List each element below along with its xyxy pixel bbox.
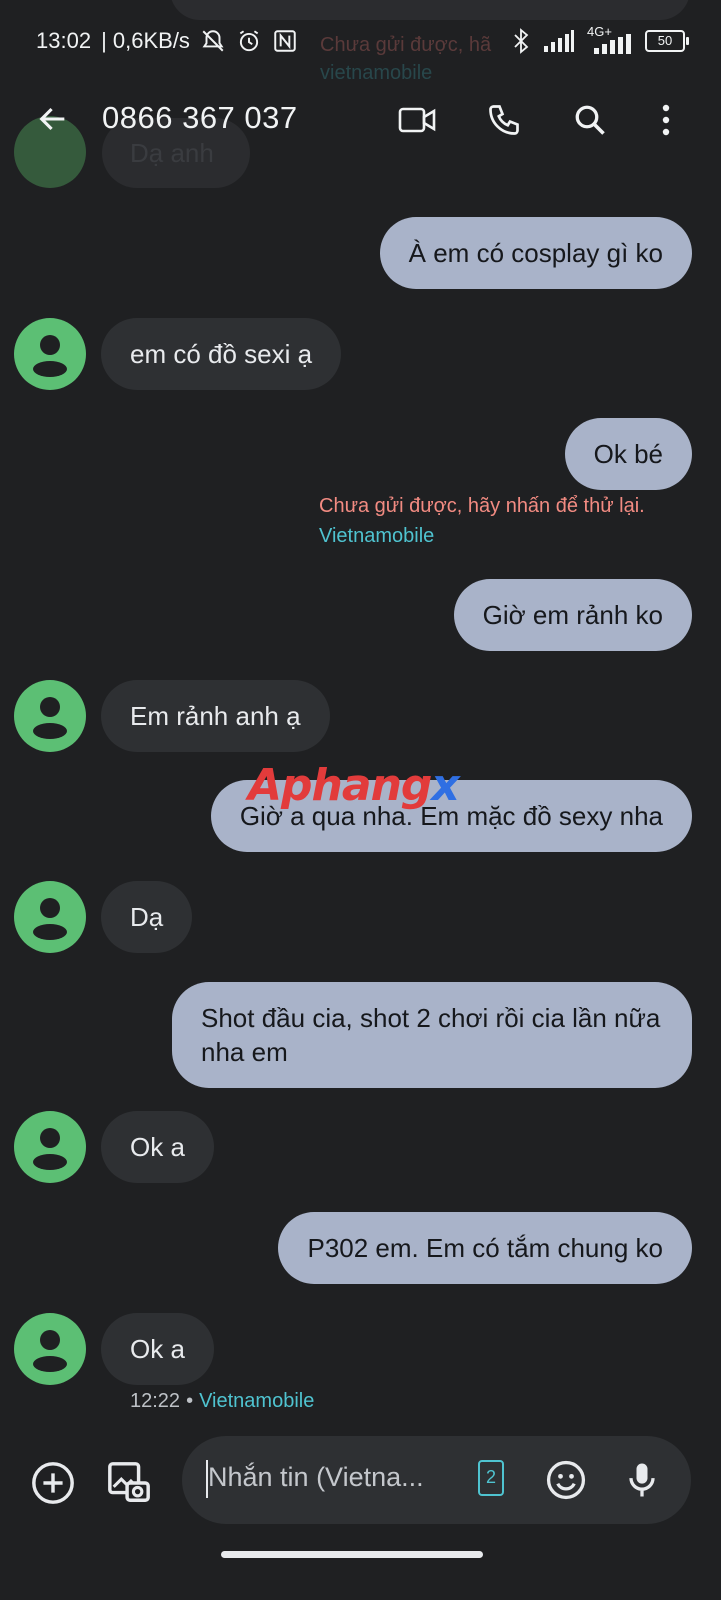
more-options-button[interactable] [642, 96, 690, 144]
contact-avatar[interactable] [14, 1313, 86, 1385]
message-bubble-incoming[interactable]: Ok a [101, 1111, 214, 1183]
message-bubble-incoming[interactable]: em có đồ sexi ạ [101, 318, 342, 390]
person-icon [33, 1128, 67, 1170]
message-bubble-outgoing[interactable]: Shot đầu cia, shot 2 chơi rồi cia lần nữ… [172, 982, 692, 1088]
voice-input-button[interactable] [620, 1458, 664, 1502]
sim-label: 2 [485, 1467, 496, 1487]
sim-icon[interactable]: 2 [478, 1460, 504, 1496]
battery-level: 50 [657, 33, 673, 48]
message-bubble-outgoing[interactable]: À em có cosplay gì ko [379, 217, 692, 289]
send-failed-text[interactable]: Chưa gửi được, hãy nhấn để thử lại. [319, 495, 645, 518]
message-meta: 12:22 • Vietnamobile [130, 1390, 314, 1413]
message-bubble-incoming[interactable]: Em rảnh anh ạ [101, 680, 330, 752]
battery-icon: 50 [645, 30, 689, 52]
watermark-logo: Aphangx [248, 760, 460, 811]
message-input-placeholder: Nhắn tin (Vietna... [208, 1462, 424, 1492]
arrow-back-icon [39, 107, 65, 131]
message-time: 12:22 [130, 1390, 181, 1412]
phone-icon [489, 105, 519, 135]
add-attachment-button[interactable] [28, 1458, 78, 1508]
person-icon [33, 697, 67, 739]
emoji-button[interactable] [544, 1458, 588, 1502]
signal-4g-icon: 4G+ [587, 24, 633, 54]
message-bubble-outgoing[interactable]: Giờ em rảnh ko [453, 579, 692, 651]
message-carrier-label: Vietnamobile [199, 1390, 315, 1412]
gallery-icon [108, 1462, 150, 1502]
composer-bar: Nhắn tin (Vietna... 2 [0, 1436, 721, 1528]
video-call-icon [398, 107, 436, 133]
status-time: 13:02 [36, 28, 92, 53]
alarm-icon [239, 30, 259, 52]
contact-avatar[interactable] [14, 881, 86, 953]
gallery-button[interactable] [104, 1458, 154, 1508]
message-bubble-incoming[interactable]: Ok a [101, 1313, 214, 1385]
status-speed: | 0,6KB/s [101, 28, 190, 53]
contact-avatar[interactable] [14, 1111, 86, 1183]
message-input[interactable]: Nhắn tin (Vietna... 2 [182, 1436, 691, 1524]
more-vert-icon [662, 104, 670, 136]
emoji-icon [546, 1460, 586, 1500]
back-button[interactable] [30, 96, 76, 142]
message-bubble-incoming[interactable]: Dạ [101, 881, 193, 953]
signal-icon [544, 30, 574, 52]
person-icon [33, 1330, 67, 1372]
message-bubble-outgoing[interactable]: Ok bé [564, 418, 692, 490]
search-button[interactable] [566, 96, 614, 144]
app-bar: 0866 367 037 [0, 82, 721, 158]
gesture-home-bar[interactable] [221, 1551, 483, 1558]
conversation-title: 0866 367 037 [102, 100, 298, 135]
mic-icon [629, 1463, 655, 1497]
contact-avatar[interactable] [14, 680, 86, 752]
person-icon [33, 898, 67, 940]
message-carrier-label: Vietnamobile [319, 525, 435, 547]
bluetooth-icon [514, 28, 529, 54]
add-circle-icon [32, 1462, 74, 1504]
video-call-button[interactable] [394, 96, 442, 144]
meta-separator: • [186, 1390, 194, 1412]
watermark-part1: Aphang [248, 760, 432, 811]
mute-bell-icon [202, 30, 224, 52]
search-icon [575, 105, 605, 135]
watermark-part2: x [431, 760, 459, 811]
contact-avatar[interactable] [14, 318, 86, 390]
status-bar: 13:02 | 0,6KB/s 4G+ 50 [0, 0, 721, 82]
phone-call-button[interactable] [480, 96, 528, 144]
nfc-icon [274, 30, 296, 52]
person-icon [33, 335, 67, 377]
message-bubble-outgoing[interactable]: P302 em. Em có tắm chung ko [278, 1212, 692, 1284]
